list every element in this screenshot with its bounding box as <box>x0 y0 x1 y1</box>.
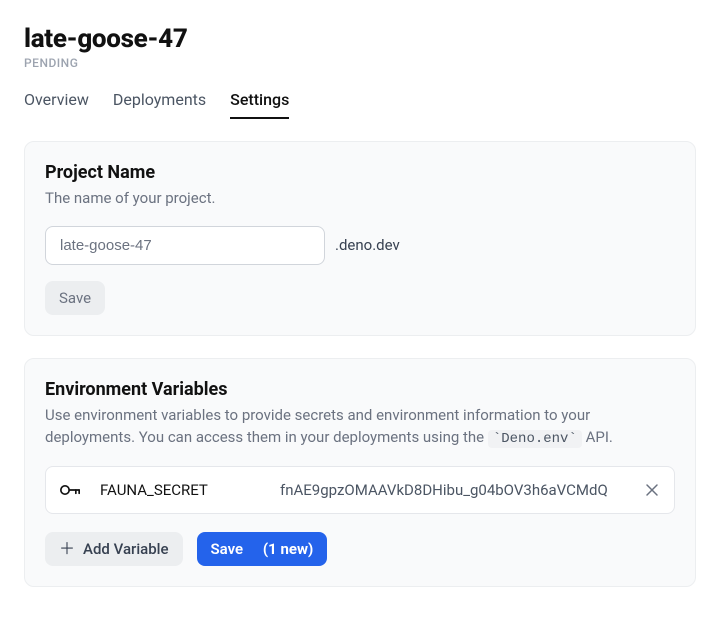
save-project-name-button[interactable]: Save <box>45 281 105 315</box>
add-variable-label: Add Variable <box>83 540 169 558</box>
env-vars-desc: Use environment variables to provide sec… <box>45 404 675 451</box>
tab-deployments[interactable]: Deployments <box>113 90 206 119</box>
save-env-label: Save <box>211 540 244 558</box>
remove-var-button[interactable] <box>644 482 660 498</box>
key-icon <box>60 483 80 497</box>
env-desc-post: API. <box>582 428 613 446</box>
domain-suffix: .deno.dev <box>335 236 400 254</box>
add-variable-button[interactable]: ＋ Add Variable <box>45 532 183 566</box>
env-var-name[interactable]: FAUNA_SECRET <box>100 481 260 499</box>
plus-icon: ＋ <box>59 541 75 557</box>
status-badge: PENDING <box>24 56 696 70</box>
env-var-row: FAUNA_SECRET fnAE9gpzOMAAVkD8DHibu_g04bO… <box>45 466 675 514</box>
env-vars-card: Environment Variables Use environment va… <box>24 358 696 588</box>
page-title: late-goose-47 <box>24 24 696 54</box>
project-name-heading: Project Name <box>45 162 675 183</box>
save-env-button[interactable]: Save (1 new) <box>197 532 328 566</box>
project-name-desc: The name of your project. <box>45 187 675 210</box>
tabs: Overview Deployments Settings <box>24 90 696 119</box>
project-name-input[interactable] <box>45 226 325 265</box>
env-desc-code: `Deno.env` <box>488 430 582 448</box>
env-var-value[interactable]: fnAE9gpzOMAAVkD8DHibu_g04bOV3h6aVCMdQ <box>280 481 624 499</box>
project-name-card: Project Name The name of your project. .… <box>24 141 696 336</box>
tab-overview[interactable]: Overview <box>24 90 89 119</box>
save-env-count: (1 new) <box>263 540 313 558</box>
env-vars-heading: Environment Variables <box>45 379 675 400</box>
tab-settings[interactable]: Settings <box>230 90 289 119</box>
